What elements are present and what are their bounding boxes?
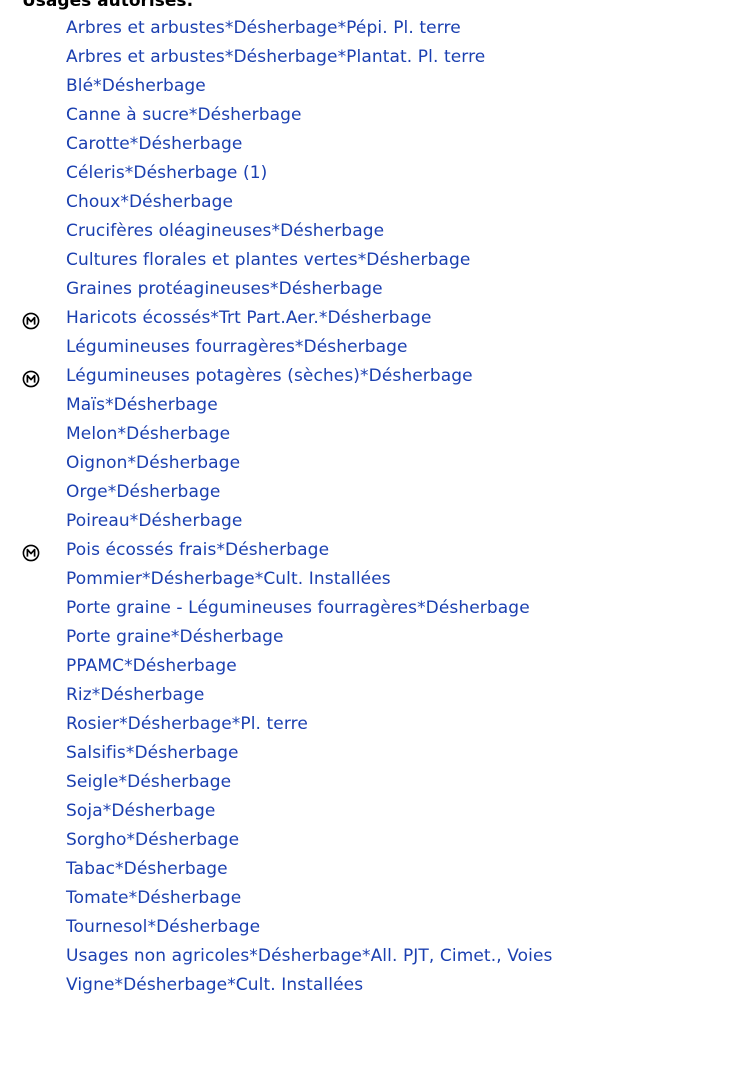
list-item: Choux*Désherbage	[0, 188, 735, 217]
usage-link[interactable]: Soja*Désherbage	[66, 797, 215, 826]
list-item: Seigle*Désherbage	[0, 768, 735, 797]
usage-link[interactable]: Canne à sucre*Désherbage	[66, 101, 302, 130]
usage-link[interactable]: Graines protéagineuses*Désherbage	[66, 275, 383, 304]
usage-link[interactable]: Blé*Désherbage	[66, 72, 206, 101]
list-item: PPAMC*Désherbage	[0, 652, 735, 681]
list-item: Soja*Désherbage	[0, 797, 735, 826]
usage-link[interactable]: Arbres et arbustes*Désherbage*Plantat. P…	[66, 43, 485, 72]
list-item: Tournesol*Désherbage	[0, 913, 735, 942]
usage-link[interactable]: Melon*Désherbage	[66, 420, 230, 449]
usage-link[interactable]: Haricots écossés*Trt Part.Aer.*Désherbag…	[66, 304, 432, 333]
list-item: Oignon*Désherbage	[0, 449, 735, 478]
list-item: Maïs*Désherbage	[0, 391, 735, 420]
usage-link[interactable]: Légumineuses fourragères*Désherbage	[66, 333, 408, 362]
list-item: Porte graine*Désherbage	[0, 623, 735, 652]
usage-list: Arbres et arbustes*Désherbage*Pépi. Pl. …	[0, 14, 735, 1000]
usage-link[interactable]: Arbres et arbustes*Désherbage*Pépi. Pl. …	[66, 14, 461, 43]
list-item: Carotte*Désherbage	[0, 130, 735, 159]
list-item: Porte graine - Légumineuses fourragères*…	[0, 594, 735, 623]
list-item: Arbres et arbustes*Désherbage*Pépi. Pl. …	[0, 14, 735, 43]
usage-link[interactable]: Rosier*Désherbage*Pl. terre	[66, 710, 308, 739]
list-item: Cultures florales et plantes vertes*Désh…	[0, 246, 735, 275]
usage-link[interactable]: PPAMC*Désherbage	[66, 652, 237, 681]
circled-m-icon	[22, 542, 40, 562]
list-item: Céleris*Désherbage (1)	[0, 159, 735, 188]
usage-link[interactable]: Usages non agricoles*Désherbage*All. PJT…	[66, 942, 552, 971]
usage-link[interactable]: Orge*Désherbage	[66, 478, 220, 507]
list-item: Haricots écossés*Trt Part.Aer.*Désherbag…	[0, 304, 735, 333]
usage-link[interactable]: Oignon*Désherbage	[66, 449, 240, 478]
list-item: Crucifères oléagineuses*Désherbage	[0, 217, 735, 246]
list-item: Poireau*Désherbage	[0, 507, 735, 536]
usage-link[interactable]: Seigle*Désherbage	[66, 768, 231, 797]
list-item: Vigne*Désherbage*Cult. Installées	[0, 971, 735, 1000]
usage-link[interactable]: Poireau*Désherbage	[66, 507, 242, 536]
list-item: Tabac*Désherbage	[0, 855, 735, 884]
usage-link[interactable]: Porte graine*Désherbage	[66, 623, 284, 652]
section-heading: Usages autorisés:	[22, 0, 194, 11]
list-item: Usages non agricoles*Désherbage*All. PJT…	[0, 942, 735, 971]
usage-link[interactable]: Vigne*Désherbage*Cult. Installées	[66, 971, 363, 1000]
usage-link[interactable]: Légumineuses potagères (sèches)*Désherba…	[66, 362, 473, 391]
circled-m-icon	[22, 368, 40, 388]
usage-link[interactable]: Cultures florales et plantes vertes*Désh…	[66, 246, 470, 275]
list-item: Graines protéagineuses*Désherbage	[0, 275, 735, 304]
list-item: Orge*Désherbage	[0, 478, 735, 507]
list-item: Sorgho*Désherbage	[0, 826, 735, 855]
list-item: Arbres et arbustes*Désherbage*Plantat. P…	[0, 43, 735, 72]
usage-link[interactable]: Tabac*Désherbage	[66, 855, 228, 884]
usage-link[interactable]: Carotte*Désherbage	[66, 130, 242, 159]
usage-link[interactable]: Porte graine - Légumineuses fourragères*…	[66, 594, 530, 623]
list-item: Canne à sucre*Désherbage	[0, 101, 735, 130]
usage-link[interactable]: Céleris*Désherbage (1)	[66, 159, 267, 188]
usage-link[interactable]: Tomate*Désherbage	[66, 884, 241, 913]
list-item: Melon*Désherbage	[0, 420, 735, 449]
list-item: Pommier*Désherbage*Cult. Installées	[0, 565, 735, 594]
usage-link[interactable]: Sorgho*Désherbage	[66, 826, 239, 855]
list-item: Rosier*Désherbage*Pl. terre	[0, 710, 735, 739]
usage-link[interactable]: Crucifères oléagineuses*Désherbage	[66, 217, 384, 246]
usage-link[interactable]: Riz*Désherbage	[66, 681, 204, 710]
list-item: Pois écossés frais*Désherbage	[0, 536, 735, 565]
usage-link[interactable]: Choux*Désherbage	[66, 188, 233, 217]
list-item: Légumineuses potagères (sèches)*Désherba…	[0, 362, 735, 391]
usage-link[interactable]: Tournesol*Désherbage	[66, 913, 260, 942]
usage-link[interactable]: Pois écossés frais*Désherbage	[66, 536, 329, 565]
usage-link[interactable]: Pommier*Désherbage*Cult. Installées	[66, 565, 391, 594]
list-item: Salsifis*Désherbage	[0, 739, 735, 768]
list-item: Blé*Désherbage	[0, 72, 735, 101]
list-item: Tomate*Désherbage	[0, 884, 735, 913]
circled-m-icon	[22, 310, 40, 330]
usage-link[interactable]: Salsifis*Désherbage	[66, 739, 239, 768]
usage-link[interactable]: Maïs*Désherbage	[66, 391, 218, 420]
list-item: Légumineuses fourragères*Désherbage	[0, 333, 735, 362]
list-item: Riz*Désherbage	[0, 681, 735, 710]
